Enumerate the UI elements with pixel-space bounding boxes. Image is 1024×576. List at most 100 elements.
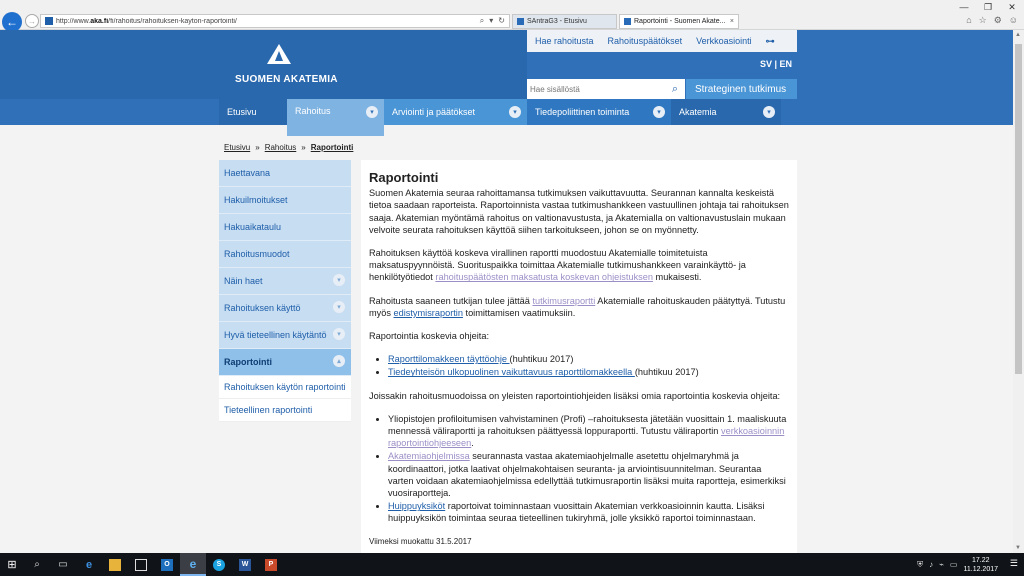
main-navigation: Etusivu Rahoitus ▾ Arviointi ja päätökset… [219,99,781,136]
smiley-icon[interactable]: ☺ [1009,15,1018,26]
sidebar-subitem-rahoituksen-kayton-raportointi[interactable]: Rahoituksen käytön raportointi [219,376,351,399]
main-content: Raportointi Suomen Akatemia seuraa rahoi… [361,160,797,556]
chevron-up-icon[interactable]: ▴ [333,355,345,367]
strategic-research-button[interactable]: Strateginen tutkimus [686,79,797,99]
shield-icon[interactable]: ⛨ [917,560,923,570]
tab-favicon-icon [517,18,524,25]
star-icon[interactable]: ☆ [979,15,987,26]
breadcrumb-rahoitus[interactable]: Rahoitus [265,143,297,152]
chevron-down-icon[interactable]: ▾ [333,274,345,286]
akatemia-logo-icon[interactable] [267,44,291,64]
sidebar-item-raportointi[interactable]: Raportointi ▴ [219,349,351,376]
nav-akatemia[interactable]: Akatemia ▾ [671,99,781,125]
link-maksatus-ohjeistus[interactable]: rahoituspäätösten maksatusta koskevan oh… [435,272,653,282]
scroll-up-icon[interactable]: ▲ [1015,32,1021,38]
system-clock[interactable]: 17.22 11.12.2017 [963,556,998,574]
close-window-button[interactable]: ✕ [1000,0,1024,14]
taskbar-powerpoint[interactable]: P [258,553,284,576]
chevron-down-icon[interactable]: ▾ [333,328,345,340]
home-icon[interactable]: ⌂ [966,15,971,26]
window-controls: — ❐ ✕ [952,0,1024,14]
nav-rahoitus[interactable]: Rahoitus ▾ [287,99,384,136]
list-item: Akatemiaohjelmissa seurannasta vastaa ak… [388,450,789,499]
nav-etusivu[interactable]: Etusivu [219,99,287,125]
start-button[interactable]: ⊞ [0,553,24,576]
forward-arrow-icon: → [28,16,36,26]
link-vaikuttavuus-lomake[interactable]: Tiedeyhteisön ulkopuolinen vaikuttavuus … [388,367,635,377]
breadcrumb-separator: » [255,143,260,152]
top-link-rahoituspaatokset[interactable]: Rahoituspäätökset [608,36,683,46]
volume-icon[interactable]: ♪ [929,560,933,569]
top-link-hae-rahoitusta[interactable]: Hae rahoitusta [535,36,594,46]
site-search: ⌕ [527,79,685,99]
taskbar-outlook[interactable]: O [154,553,180,576]
breadcrumb-etusivu[interactable]: Etusivu [224,143,250,152]
gear-icon[interactable]: ⚙ [994,15,1002,26]
taskbar-skype[interactable]: S [206,553,232,576]
taskbar-file-explorer[interactable] [102,553,128,576]
task-view-button[interactable]: ▭ [50,553,76,576]
sidebar-item-rahoitusmuodot[interactable]: Rahoitusmuodot [219,241,351,268]
search-icon[interactable]: ⌕ [480,16,484,26]
edge-icon: e [85,558,93,571]
chevron-down-icon[interactable]: ▾ [653,106,665,118]
link-tutkimusraportti[interactable]: tutkimusraportti [532,296,595,306]
sidebar-item-hakuilmoitukset[interactable]: Hakuilmoitukset [219,187,351,214]
paragraph-ohjeita-heading: Raportointia koskevia ohjeita: [369,331,490,342]
windows-taskbar: ⊞ ⌕ ▭ e O e S W P ⛨ ♪ ⌁ ▭ 17.22 11.12.20… [0,553,1024,576]
sidebar-item-hyva-tieteellinen-kaytanto[interactable]: Hyvä tieteellinen käytäntö ▾ [219,322,351,349]
scroll-down-icon[interactable]: ▼ [1015,545,1021,551]
breadcrumb-raportointi[interactable]: Raportointi [311,143,354,152]
taskbar-word[interactable]: W [232,553,258,576]
chevron-down-icon[interactable]: ▾ [366,106,378,118]
site-logo-text[interactable]: SUOMEN AKATEMIA [235,74,338,85]
store-icon [135,558,147,571]
chevron-down-icon[interactable]: ▾ [509,106,521,118]
tab-santrag3[interactable]: SAntraG3 - Etusivu [512,14,617,29]
refresh-icon[interactable]: ↻ [498,16,505,26]
tab-raportointi[interactable]: Raportointi - Suomen Akate... × [619,14,739,29]
paragraph-maksatus: Rahoituksen käyttöä koskeva virallinen r… [369,248,746,283]
scroll-thumb[interactable] [1015,44,1022,374]
sidebar-item-rahoituksen-kaytto[interactable]: Rahoituksen käyttö ▾ [219,295,351,322]
browser-toolbar: ⌂ ☆ ⚙ ☺ [966,15,1018,26]
link-akatemiaohjelmat[interactable]: Akatemiaohjelmissa [388,451,470,461]
breadcrumb: Etusivu » Rahoitus » Raportointi [224,143,353,152]
dropdown-icon[interactable]: ▾ [489,16,493,26]
sidebar-item-hakuaikataulu[interactable]: Hakuaikataulu [219,214,351,241]
taskbar-edge[interactable]: e [76,553,102,576]
folder-icon [109,558,121,571]
search-input[interactable] [530,84,660,94]
search-icon[interactable]: ⌕ [668,82,682,96]
network-icon[interactable]: ⌁ [939,560,944,569]
minimize-button[interactable]: — [952,0,976,14]
nav-arviointi[interactable]: Arviointi ja päätökset ▾ [384,99,527,125]
page-scrollbar[interactable]: ▲ ▼ [1013,30,1024,553]
chevron-down-icon[interactable]: ▾ [333,301,345,313]
language-switch[interactable]: SV | EN [760,59,792,69]
link-raporttilomake-ohje[interactable]: Raporttilomakkeen täyttöohje [388,354,510,364]
link-huippuyksikot[interactable]: Huippuyksiköt [388,501,445,511]
key-icon[interactable]: ⊶ [766,36,775,47]
search-icon: ⌕ [34,559,40,570]
taskbar-internet-explorer[interactable]: e [180,553,206,576]
sidebar-item-nain-haet[interactable]: Näin haet ▾ [219,268,351,295]
close-tab-icon[interactable]: × [730,18,734,25]
sidebar-subitem-tieteellinen-raportointi[interactable]: Tieteellinen raportointi [219,399,351,422]
restore-button[interactable]: ❐ [976,0,1000,14]
link-edistymisraportti[interactable]: edistymisraportin [394,308,463,318]
taskbar-store[interactable] [128,553,154,576]
chevron-down-icon[interactable]: ▾ [763,106,775,118]
address-bar[interactable]: http://www.aka.fi/fi/rahoitus/rahoitukse… [40,14,510,28]
list-item: Raporttilomakkeen täyttöohje (huhtikuu 2… [388,353,789,365]
notification-icon[interactable]: ☰ [1010,558,1018,569]
taskbar-search-button[interactable]: ⌕ [24,553,50,576]
battery-icon[interactable]: ▭ [950,560,958,569]
back-button[interactable]: ← [2,12,22,32]
nav-tiedepoliittinen[interactable]: Tiedepoliittinen toiminta ▾ [527,99,671,125]
windows-logo-icon: ⊞ [7,559,17,571]
forward-button[interactable]: → [25,14,39,28]
sidebar-item-haettavana[interactable]: Haettavana [219,160,351,187]
list-item: Tiedeyhteisön ulkopuolinen vaikuttavuus … [388,366,789,378]
top-link-verkkoasiointi[interactable]: Verkkoasiointi [696,36,752,46]
